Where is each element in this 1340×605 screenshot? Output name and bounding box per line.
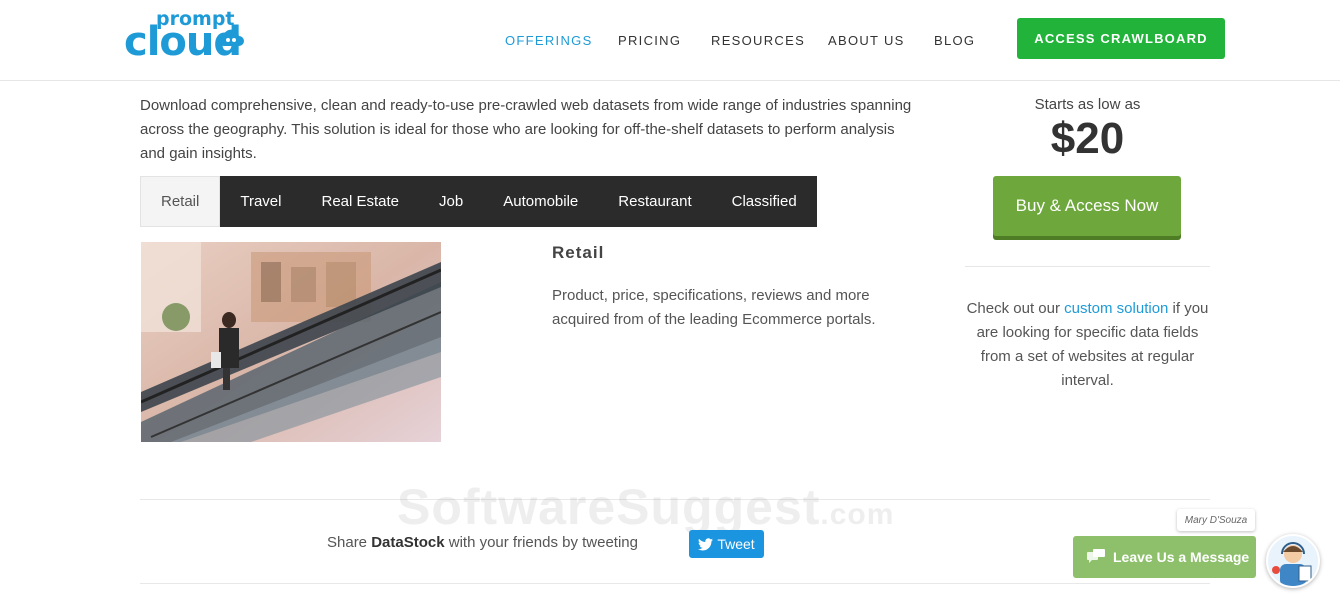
cloud-icon <box>218 29 244 46</box>
tab-retail[interactable]: Retail <box>140 176 221 227</box>
nav-pricing[interactable]: PRICING <box>618 33 681 48</box>
tab-job[interactable]: Job <box>419 176 484 227</box>
share-suffix: with your friends by tweeting <box>444 534 638 551</box>
leave-message-label: Leave Us a Message <box>1113 549 1250 565</box>
nav-resources[interactable]: RESOURCES <box>711 33 805 48</box>
tweet-button[interactable]: Tweet <box>689 530 764 558</box>
buy-access-button[interactable]: Buy & Access Now <box>993 176 1181 236</box>
custom-solution-prefix: Check out our <box>966 300 1065 317</box>
watermark-main: SoftwareSuggest <box>397 479 821 535</box>
share-prefix: Share <box>327 534 372 551</box>
leave-message-button[interactable]: Leave Us a Message <box>1073 536 1256 578</box>
custom-solution-text: Check out our custom solution if you are… <box>965 297 1210 393</box>
nav-about-us[interactable]: ABOUT US <box>828 33 905 48</box>
intro-text: Download comprehensive, clean and ready-… <box>140 97 912 162</box>
detail-description: Product, price, specifications, reviews … <box>552 287 876 328</box>
chat-agent-avatar[interactable] <box>1266 534 1320 588</box>
retail-photo <box>141 242 441 442</box>
nav-blog[interactable]: BLOG <box>934 33 975 48</box>
tab-travel[interactable]: Travel <box>220 176 302 227</box>
tweet-label: Tweet <box>717 536 755 552</box>
detail-title: Retail <box>552 243 605 262</box>
tab-automobile[interactable]: Automobile <box>483 176 599 227</box>
tab-real-estate[interactable]: Real Estate <box>301 176 420 227</box>
price: $20 <box>1050 114 1125 163</box>
watermark-suffix: .com <box>820 498 895 531</box>
nav-offerings[interactable]: OFFERINGS <box>505 33 593 48</box>
tab-restaurant[interactable]: Restaurant <box>598 176 712 227</box>
custom-solution-link[interactable]: custom solution <box>1064 300 1168 317</box>
promptcloud-logo[interactable]: prompt cloud <box>124 8 248 65</box>
share-product: DataStock <box>371 534 445 551</box>
chat-agent-name: Mary D'Souza <box>1177 509 1255 531</box>
divider-bottom <box>140 583 1210 584</box>
tab-classified[interactable]: Classified <box>711 176 817 227</box>
chat-bubbles-icon <box>1087 549 1105 563</box>
starts-label: Starts as low as <box>1034 96 1141 113</box>
watermark: SoftwareSuggest.com <box>397 478 894 536</box>
access-crawlboard-button[interactable]: ACCESS CRAWLBOARD <box>1017 18 1225 59</box>
sidebar-divider <box>965 266 1210 267</box>
site-header: prompt cloud OFFERINGS PRICING RESOURCES… <box>0 0 1340 81</box>
industry-tabs: Retail Travel Real Estate Job Automobile… <box>140 176 817 227</box>
twitter-bird-icon <box>698 537 714 550</box>
share-text: Share DataStock with your friends by twe… <box>327 534 638 551</box>
